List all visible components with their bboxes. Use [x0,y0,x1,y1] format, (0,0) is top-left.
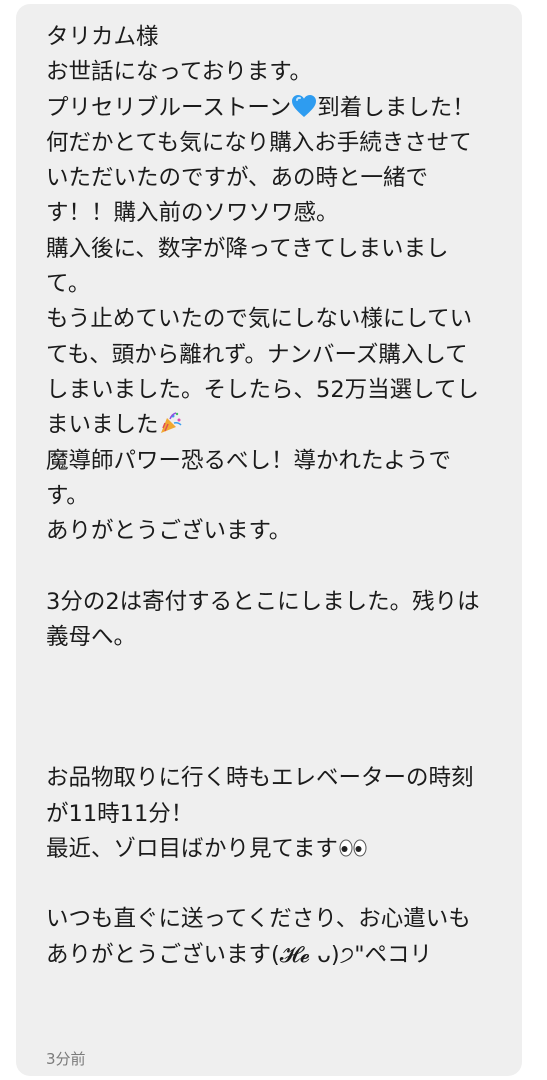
message-line: 魔導師パワー恐るべし！導かれたようで [46,447,452,474]
message-timestamp: 3分前 [46,1050,86,1068]
message-line: もう止めていたので気にしない様にしてい [46,306,473,333]
message-line: プリセリブルーストーン 到着しました！ [46,91,532,126]
message-line: て。 [46,271,91,298]
message-line: 義母へ。 [46,624,137,651]
message-line: いただいたのですが、あの時と一緒で [46,165,429,192]
message-line: ありがとうございます(𝓗𝓮 ᴗ)੭"ペコリ [46,941,433,968]
eyes-icon [339,839,367,857]
message-line: いつも直ぐに送ってくださり、お心遣いも [46,906,471,933]
message-text: プリセリブルーストーン [46,94,292,121]
party-popper-icon [160,412,182,434]
message-line: タリカム様 [46,24,159,50]
message-line: ても、頭から離れず。ナンバーズ購入して [46,341,468,368]
message-body: タリカム様 お世話になっております。 プリセリブルーストーン 到着しました！ 何だ… [46,20,532,973]
message-line: 最近、ゾロ目ばかり見てます [46,832,532,867]
message-line: お品物取りに行く時もエレベーターの時刻 [46,765,474,792]
message-line: す！！購入前のソワソワ感。 [46,200,339,227]
message-text: まいました [46,412,159,439]
message-line: 何だかとても気になり購入お手続きさせて [46,129,472,156]
message-line: が11時11分！ [46,800,194,827]
message-line: 購入後に、数字が降ってきてしまいまし [46,235,449,262]
message-line: しまいました。そしたら、52万当選してし [46,376,479,403]
message-text: 到着しました！ [317,94,475,121]
message-bubble: タリカム様 お世話になっております。 プリセリブルーストーン 到着しました！ 何だ… [16,4,522,1076]
message-line: まいました [46,408,532,443]
message-line: 3分の2は寄付するとこにしました。残りは [46,588,480,615]
blue-heart-icon [292,94,317,117]
message-line: ありがとうございます。 [46,518,292,545]
message-text: 最近、ゾロ目ばかり見てます [46,835,338,862]
message-line: す。 [46,482,89,509]
message-line: お世話になっております。 [46,59,312,86]
